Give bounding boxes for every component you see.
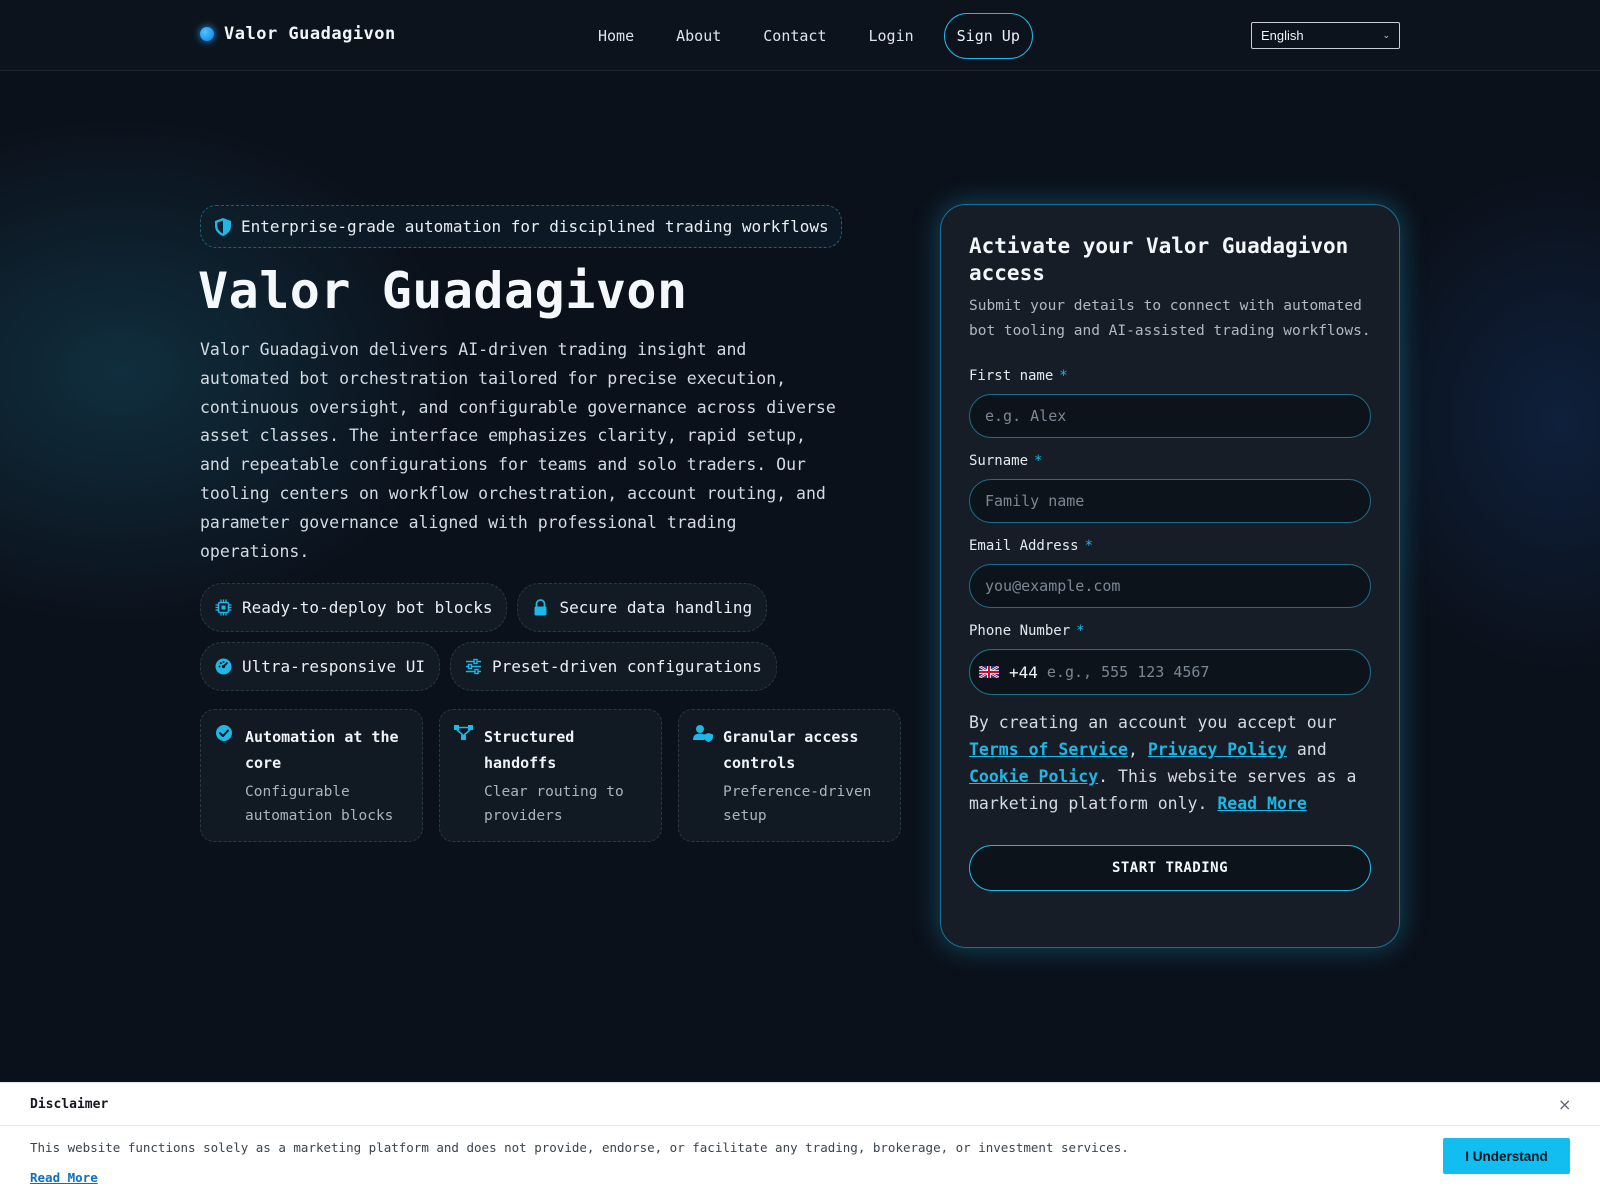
- privacy-policy-link[interactable]: Privacy Policy: [1148, 740, 1287, 759]
- phone-label: Phone Number *: [969, 623, 1085, 639]
- phone-input[interactable]: +44 e.g., 555 123 4567: [969, 649, 1371, 695]
- hero-description: Valor Guadagivon delivers AI-driven trad…: [200, 340, 836, 561]
- feature-cards: Automation at the core Configurable auto…: [200, 709, 917, 842]
- feature-card-title: Structured handoffs: [484, 728, 575, 772]
- top-navbar: Valor Guadagivon Home About Contact Logi…: [0, 0, 1600, 71]
- email-input[interactable]: you@example.com: [969, 564, 1371, 608]
- feature-chip: Ready-to-deploy bot blocks: [200, 583, 508, 632]
- start-trading-button[interactable]: START TRADING: [969, 845, 1371, 891]
- nav-links: Home About Contact Login Sign Up: [598, 12, 1033, 59]
- lock-icon: [534, 599, 547, 616]
- brand-logo[interactable]: Valor Guadagivon: [200, 24, 396, 44]
- feature-card-subtitle: Preference-driven setup: [723, 784, 872, 824]
- shield-icon: [215, 217, 231, 236]
- uk-flag-icon[interactable]: [979, 666, 999, 678]
- user-shield-icon: [693, 725, 713, 742]
- required-marker: *: [1059, 368, 1068, 384]
- terms-of-service-link[interactable]: Terms of Service: [969, 740, 1128, 759]
- email-label: Email Address *: [969, 538, 1094, 554]
- form-title: Activate your Valor Guadagivon access: [969, 234, 1349, 285]
- first-name-input[interactable]: e.g. Alex: [969, 394, 1371, 438]
- nav-contact-link[interactable]: Contact: [763, 27, 826, 45]
- feature-chip-label: Preset-driven configurations: [492, 657, 762, 676]
- feature-card-subtitle: Clear routing to providers: [484, 784, 624, 824]
- feature-card: Granular access controls Preference-driv…: [678, 709, 901, 842]
- feature-chip-label: Secure data handling: [559, 598, 753, 617]
- hero-badge-text: Enterprise-grade automation for discipli…: [241, 217, 829, 236]
- required-marker: *: [1084, 538, 1094, 554]
- feature-chip: Preset-driven configurations: [450, 642, 777, 691]
- phone-country-code[interactable]: +44: [1009, 663, 1038, 682]
- feature-card-title: Automation at the core: [245, 728, 399, 772]
- close-icon[interactable]: ×: [1558, 1095, 1571, 1114]
- required-marker: *: [1034, 453, 1043, 469]
- surname-label: Surname *: [969, 453, 1043, 469]
- required-marker: *: [1076, 623, 1085, 639]
- feature-card-title: Granular access controls: [723, 728, 859, 772]
- feature-chip: Ultra-responsive UI: [200, 642, 441, 691]
- gauge-icon: [215, 658, 232, 675]
- hero-title: Valor Guadagivon: [198, 262, 688, 320]
- chevron-down-icon: ⌄: [1382, 30, 1390, 40]
- disclaimer-header: Disclaimer ×: [0, 1083, 1600, 1126]
- nav-signup-button[interactable]: Sign Up: [943, 12, 1033, 59]
- feature-card: Structured handoffs Clear routing to pro…: [439, 709, 662, 842]
- disclaimer-title: Disclaimer: [30, 1097, 109, 1112]
- cookie-policy-link[interactable]: Cookie Policy: [969, 767, 1098, 786]
- network-icon: [454, 725, 473, 740]
- brand-dot-icon: [200, 27, 214, 41]
- feature-chip: Secure data handling: [517, 583, 768, 632]
- email-placeholder: you@example.com: [985, 577, 1121, 595]
- brand-name: Valor Guadagivon: [224, 24, 396, 44]
- first-name-placeholder: e.g. Alex: [985, 407, 1067, 425]
- nav-login-link[interactable]: Login: [869, 27, 914, 45]
- language-select-value: English: [1261, 28, 1304, 43]
- disclaimer-read-more-link[interactable]: Read More: [30, 1170, 98, 1185]
- form-subtitle: Submit your details to connect with auto…: [969, 298, 1371, 339]
- nav-home-link[interactable]: Home: [598, 27, 634, 45]
- feature-card-subtitle: Configurable automation blocks: [245, 784, 394, 824]
- chip-icon: [215, 599, 232, 616]
- check-circle-icon: [216, 725, 232, 741]
- surname-input[interactable]: Family name: [969, 479, 1371, 523]
- feature-card: Automation at the core Configurable auto…: [200, 709, 423, 842]
- surname-placeholder: Family name: [985, 492, 1085, 510]
- hero-badge: Enterprise-grade automation for discipli…: [200, 205, 842, 248]
- terms-text: By creating an account you accept our Te…: [969, 713, 1357, 813]
- feature-chip-label: Ultra-responsive UI: [242, 657, 426, 676]
- disclaimer-banner: Disclaimer × This website functions sole…: [0, 1082, 1600, 1200]
- feature-chip-label: Ready-to-deploy bot blocks: [242, 598, 493, 617]
- signup-form-card: Activate your Valor Guadagivon access Su…: [940, 204, 1400, 948]
- disclaimer-text: This website functions solely as a marke…: [30, 1140, 1129, 1155]
- first-name-label: First name *: [969, 368, 1068, 384]
- nav-about-link[interactable]: About: [676, 27, 721, 45]
- terms-read-more-link[interactable]: Read More: [1217, 794, 1306, 813]
- language-select[interactable]: English ⌄: [1251, 22, 1400, 49]
- feature-chips: Ready-to-deploy bot blocks Secure data h…: [200, 583, 900, 701]
- i-understand-button[interactable]: I Understand: [1443, 1138, 1570, 1174]
- phone-placeholder: e.g., 555 123 4567: [1046, 663, 1210, 681]
- sliders-icon: [466, 658, 482, 675]
